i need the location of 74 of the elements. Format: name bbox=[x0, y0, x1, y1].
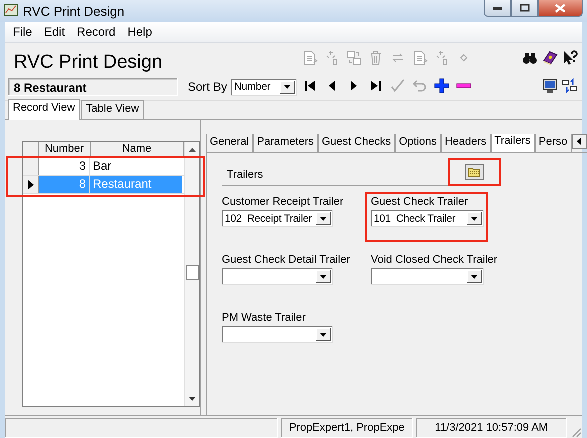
tab[interactable]: Perso bbox=[534, 134, 572, 152]
triangle-left-icon bbox=[577, 138, 582, 145]
scrollbar[interactable] bbox=[184, 142, 199, 406]
tab[interactable]: Parameters bbox=[253, 134, 318, 152]
minimize-button[interactable] bbox=[484, 0, 511, 17]
dropdown-arrow-button[interactable] bbox=[280, 80, 296, 94]
scroll-down-icon[interactable] bbox=[188, 396, 196, 400]
status-time: 11/3/2021 10:57:09 AM bbox=[416, 418, 568, 438]
book-icon[interactable] bbox=[542, 50, 558, 66]
caret-icon bbox=[320, 274, 327, 278]
tab[interactable]: Trailers bbox=[490, 134, 535, 152]
dropdown[interactable]: 102 Receipt Trailer bbox=[222, 210, 333, 227]
folder-icon bbox=[468, 167, 481, 177]
field-label: PM Waste Trailer bbox=[222, 311, 306, 325]
close-button[interactable] bbox=[538, 0, 583, 17]
tab[interactable]: Table View bbox=[81, 100, 144, 119]
help-icon[interactable] bbox=[562, 50, 578, 66]
row-pointer-icon bbox=[28, 180, 34, 190]
plus-icon[interactable] bbox=[434, 78, 450, 94]
dropdown-arrow-button[interactable] bbox=[316, 328, 331, 341]
skip-start-icon[interactable] bbox=[302, 78, 318, 94]
record-name-field: 8 Restaurant bbox=[8, 78, 178, 96]
caret-icon bbox=[471, 216, 478, 220]
dropdown-arrow-button[interactable] bbox=[316, 212, 331, 225]
minimize-icon bbox=[493, 6, 502, 10]
caret-icon bbox=[284, 85, 292, 89]
table-cell: 8 bbox=[39, 176, 90, 193]
dropdown[interactable]: 101 Check Trailer bbox=[371, 210, 484, 227]
dropdown-arrow-button[interactable] bbox=[316, 270, 331, 283]
tab[interactable]: General bbox=[206, 134, 254, 152]
row-selector[interactable] bbox=[23, 176, 39, 193]
browse-button[interactable] bbox=[465, 164, 484, 180]
dropdown-arrow-button[interactable] bbox=[467, 212, 482, 225]
field-label: Customer Receipt Trailer bbox=[222, 195, 344, 209]
dropdown[interactable] bbox=[371, 268, 484, 285]
swap-icon[interactable] bbox=[562, 78, 578, 94]
tab[interactable]: Options bbox=[395, 134, 442, 152]
menu-item[interactable]: Record bbox=[71, 25, 122, 39]
field-label: Guest Check Detail Trailer bbox=[222, 253, 350, 267]
caret-icon bbox=[320, 332, 327, 336]
app-icon bbox=[4, 4, 18, 16]
skip-end-icon[interactable] bbox=[368, 78, 384, 94]
table-cell: Restaurant bbox=[90, 176, 182, 193]
window-title: RVC Print Design bbox=[23, 4, 126, 19]
tab-scroll-left-button[interactable] bbox=[572, 134, 587, 149]
maximize-icon bbox=[520, 4, 530, 12]
dropdown[interactable] bbox=[222, 268, 333, 285]
dropdown[interactable] bbox=[222, 326, 333, 343]
binoculars-icon[interactable] bbox=[522, 50, 538, 66]
scroll-up-icon[interactable] bbox=[188, 148, 196, 152]
menu-item[interactable]: Edit bbox=[38, 25, 72, 39]
status-user: PropExpert1, PropExpe bbox=[281, 418, 414, 438]
column-header[interactable]: Number bbox=[39, 142, 91, 156]
tab[interactable]: Headers bbox=[441, 134, 491, 152]
caret-icon bbox=[320, 216, 327, 220]
menu-item[interactable]: File bbox=[7, 25, 38, 39]
dropdown-arrow-button[interactable] bbox=[467, 270, 482, 283]
page-title: RVC Print Design bbox=[14, 52, 164, 75]
scrollbar-thumb[interactable] bbox=[186, 265, 198, 280]
dropdown[interactable]: Number bbox=[231, 78, 298, 96]
table-cell: 3 bbox=[39, 158, 90, 175]
table-cell-text: Bar bbox=[92, 158, 113, 175]
group-title: Trailers bbox=[226, 169, 264, 183]
close-icon bbox=[555, 4, 566, 12]
monitor-icon[interactable] bbox=[542, 78, 558, 94]
menu-item[interactable]: Help bbox=[122, 25, 158, 39]
tab[interactable]: Guest Checks bbox=[318, 134, 396, 152]
field-label: Guest Check Trailer bbox=[371, 195, 468, 209]
field-label: Void Closed Check Trailer bbox=[371, 253, 498, 267]
sort-label: Sort By bbox=[188, 80, 228, 94]
resize-grip-icon[interactable] bbox=[570, 426, 582, 438]
tab[interactable]: Record View bbox=[8, 99, 80, 120]
caret-icon bbox=[471, 274, 478, 278]
maximize-button[interactable] bbox=[511, 0, 538, 17]
